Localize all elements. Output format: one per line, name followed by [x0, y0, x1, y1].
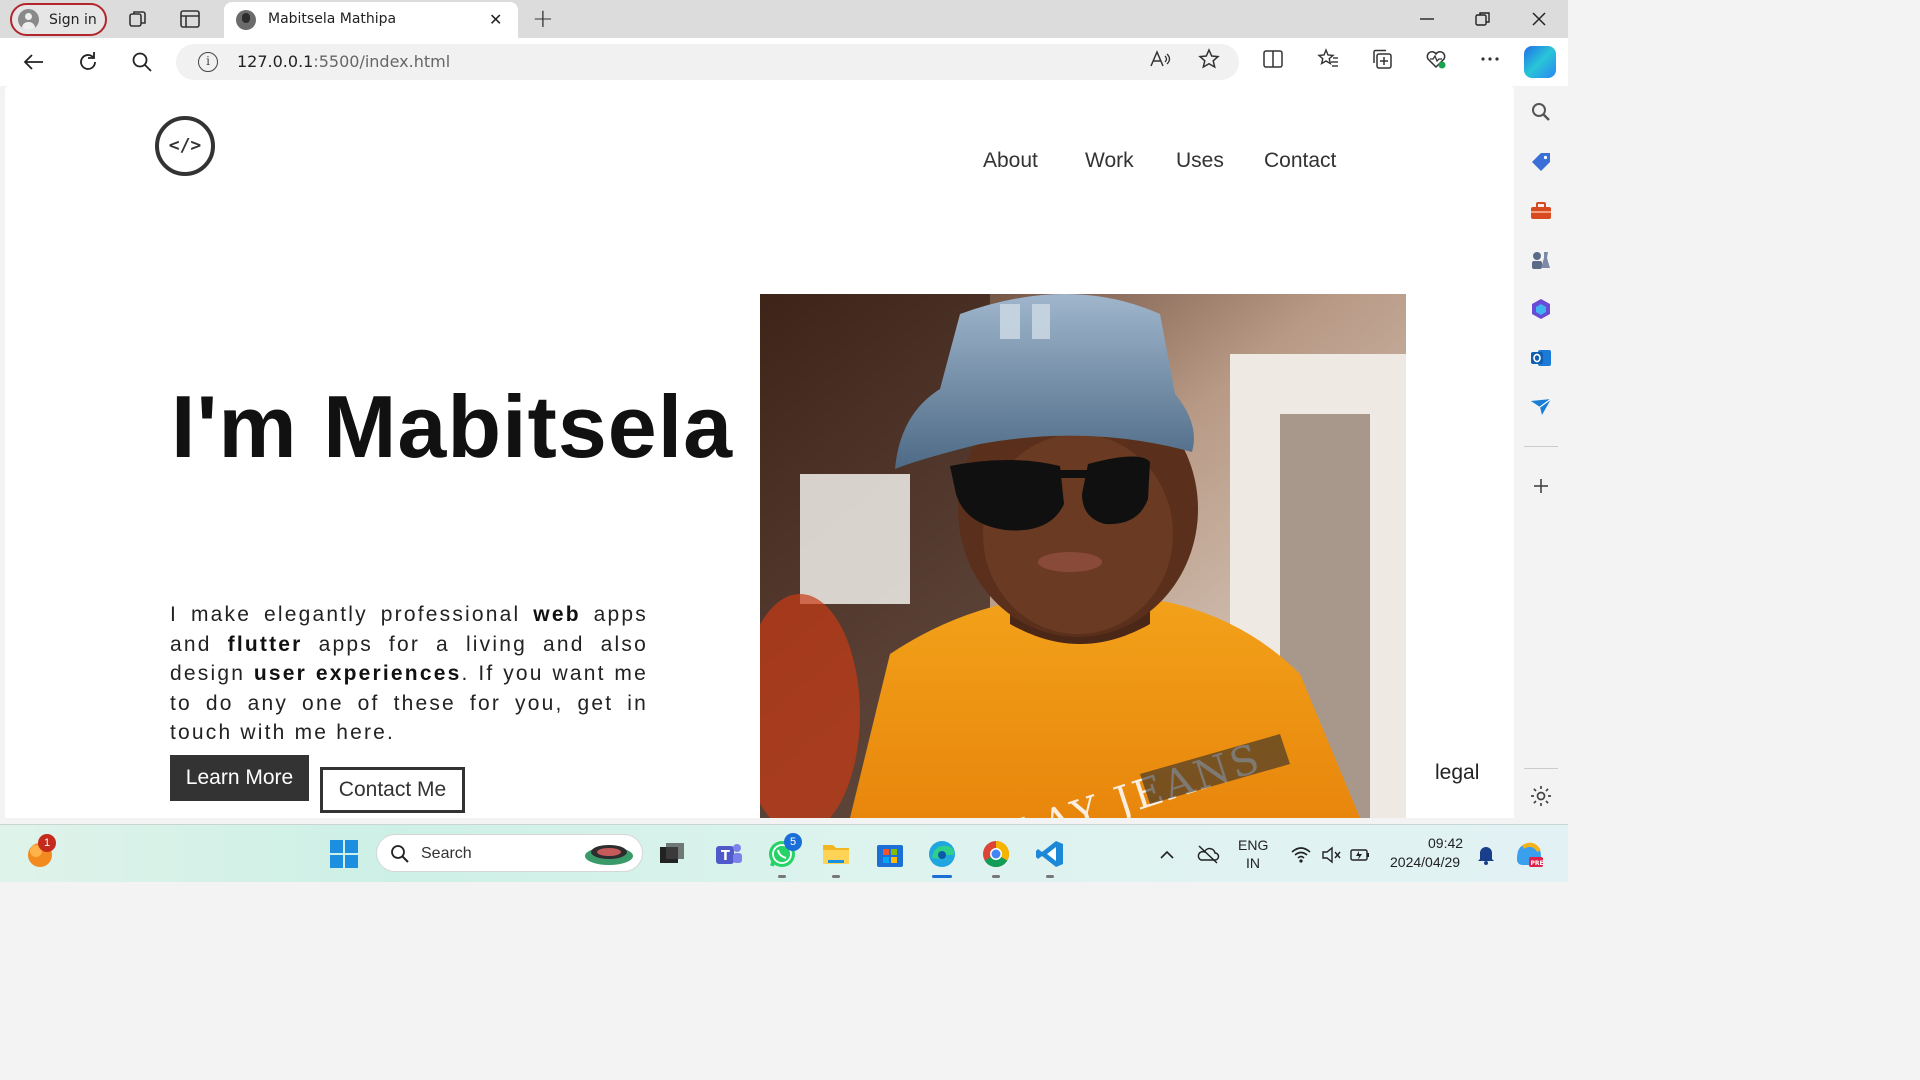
site-info-icon[interactable]: i — [198, 52, 218, 72]
language-code[interactable]: ENG — [1238, 837, 1268, 853]
workspaces-icon[interactable] — [127, 8, 149, 30]
svg-text:PRE: PRE — [1531, 860, 1544, 867]
volume-muted-icon[interactable] — [1320, 844, 1342, 866]
learn-more-button[interactable]: Learn More — [170, 755, 309, 801]
close-tab-icon[interactable]: ✕ — [489, 10, 502, 29]
nav-about[interactable]: About — [983, 149, 1038, 173]
explorer-running-indicator — [832, 875, 840, 878]
chrome-running-indicator — [992, 875, 1000, 878]
notification-bell-icon[interactable] — [1475, 843, 1497, 865]
new-tab-button[interactable]: + — [532, 4, 554, 34]
browser-titlebar: Sign in Mabitsela Mathipa ✕ + — [0, 0, 1568, 38]
start-windows-icon[interactable] — [328, 838, 360, 870]
search-icon[interactable] — [130, 50, 154, 74]
microsoft-365-icon[interactable] — [1529, 297, 1553, 321]
refresh-icon[interactable] — [76, 50, 100, 74]
intro-part-1: I make elegantly professional — [170, 603, 534, 626]
split-screen-icon[interactable] — [1262, 48, 1284, 70]
profile-photo: ELAY JEANS — [760, 294, 1406, 818]
hero-intro-text: I make elegantly professional web apps a… — [170, 600, 648, 748]
tools-icon[interactable] — [1529, 199, 1553, 223]
browser-toolbar: i 127.0.0.1:5500/index.html — [0, 38, 1568, 86]
favorites-icon[interactable] — [1317, 48, 1339, 70]
shopping-tag-icon[interactable] — [1529, 150, 1553, 174]
clock-time[interactable]: 09:42 — [1428, 835, 1463, 851]
battery-charging-icon[interactable] — [1349, 844, 1371, 866]
task-view-icon[interactable] — [656, 838, 688, 870]
edge-active-indicator — [932, 875, 952, 878]
taskbar-search-label: Search — [421, 845, 472, 862]
intro-bold-ux: user experiences — [253, 662, 462, 685]
taskbar-search-icon — [391, 845, 409, 863]
intro-bold-web: web — [533, 603, 581, 626]
add-sidebar-app-icon[interactable] — [1529, 474, 1553, 498]
language-region[interactable]: IN — [1246, 855, 1260, 871]
whatsapp-badge: 5 — [784, 833, 802, 851]
url-path: :5500/index.html — [313, 52, 451, 71]
edge-sidebar — [1515, 86, 1568, 824]
svg-text:T: T — [721, 849, 730, 864]
sign-in-button[interactable]: Sign in — [10, 3, 107, 36]
favorite-star-icon[interactable] — [1198, 48, 1220, 70]
vertical-tabs-icon[interactable] — [179, 8, 201, 30]
vscode-running-indicator — [1046, 875, 1054, 878]
minimize-icon[interactable] — [1418, 10, 1436, 28]
copilot-icon[interactable] — [1524, 46, 1556, 78]
edge-browser-icon[interactable] — [926, 838, 958, 870]
nav-uses[interactable]: Uses — [1176, 149, 1224, 173]
intro-bold-flutter: flutter — [227, 632, 303, 656]
sidebar-divider-bottom — [1524, 768, 1558, 769]
onedrive-offline-icon[interactable] — [1196, 842, 1220, 866]
tab-active[interactable]: Mabitsela Mathipa ✕ — [224, 2, 518, 38]
tab-favicon-icon — [236, 10, 256, 30]
url-text[interactable]: 127.0.0.1:5500/index.html — [237, 52, 450, 71]
back-icon[interactable] — [22, 50, 46, 74]
legal-link[interactable]: legal — [1435, 761, 1479, 785]
whatsapp-running-indicator — [778, 875, 786, 878]
sidebar-divider — [1524, 446, 1558, 447]
nav-work[interactable]: Work — [1085, 149, 1134, 173]
taskbar-search-box[interactable]: Search — [376, 834, 643, 872]
outlook-icon[interactable] — [1529, 346, 1553, 370]
vscode-icon[interactable] — [1034, 838, 1066, 870]
chevron-up-icon[interactable] — [1156, 844, 1178, 866]
tab-title: Mabitsela Mathipa — [268, 11, 397, 27]
read-aloud-icon[interactable] — [1149, 48, 1171, 70]
hero-title: I'm Mabitsela — [171, 377, 734, 476]
page-viewport: </> About Work Uses Contact I'm Mabitsel… — [5, 86, 1514, 818]
copilot-preview-icon[interactable]: PRE — [1513, 839, 1545, 869]
sign-in-label: Sign in — [49, 12, 97, 28]
games-icon[interactable] — [1529, 248, 1553, 272]
nav-contact[interactable]: Contact — [1264, 149, 1336, 173]
site-logo[interactable]: </> — [155, 116, 215, 176]
restore-icon[interactable] — [1474, 10, 1492, 28]
browser-essentials-icon[interactable] — [1425, 48, 1447, 70]
sidebar-search-icon[interactable] — [1529, 100, 1553, 124]
wifi-icon[interactable] — [1290, 844, 1312, 866]
close-window-icon[interactable] — [1530, 10, 1548, 28]
file-explorer-icon[interactable] — [820, 838, 852, 870]
microsoft-store-icon[interactable] — [874, 838, 906, 870]
search-highlight-icon — [585, 845, 633, 865]
chrome-icon[interactable] — [980, 838, 1012, 870]
windows-taskbar: 1 Search T 5 ENG IN 09:42 2024/04/29 PRE — [0, 824, 1568, 882]
clock-date[interactable]: 2024/04/29 — [1390, 854, 1460, 870]
notification-badge: 1 — [38, 834, 56, 852]
profile-avatar-icon — [18, 9, 39, 30]
more-options-icon[interactable] — [1479, 48, 1501, 70]
address-bar[interactable]: i 127.0.0.1:5500/index.html — [176, 44, 1239, 80]
teams-icon[interactable]: T — [712, 838, 744, 870]
collections-icon[interactable] — [1371, 48, 1393, 70]
drop-icon[interactable] — [1529, 395, 1553, 419]
contact-me-button[interactable]: Contact Me — [320, 767, 465, 813]
url-host: 127.0.0.1 — [237, 52, 314, 71]
sidebar-settings-gear-icon[interactable] — [1529, 784, 1553, 808]
